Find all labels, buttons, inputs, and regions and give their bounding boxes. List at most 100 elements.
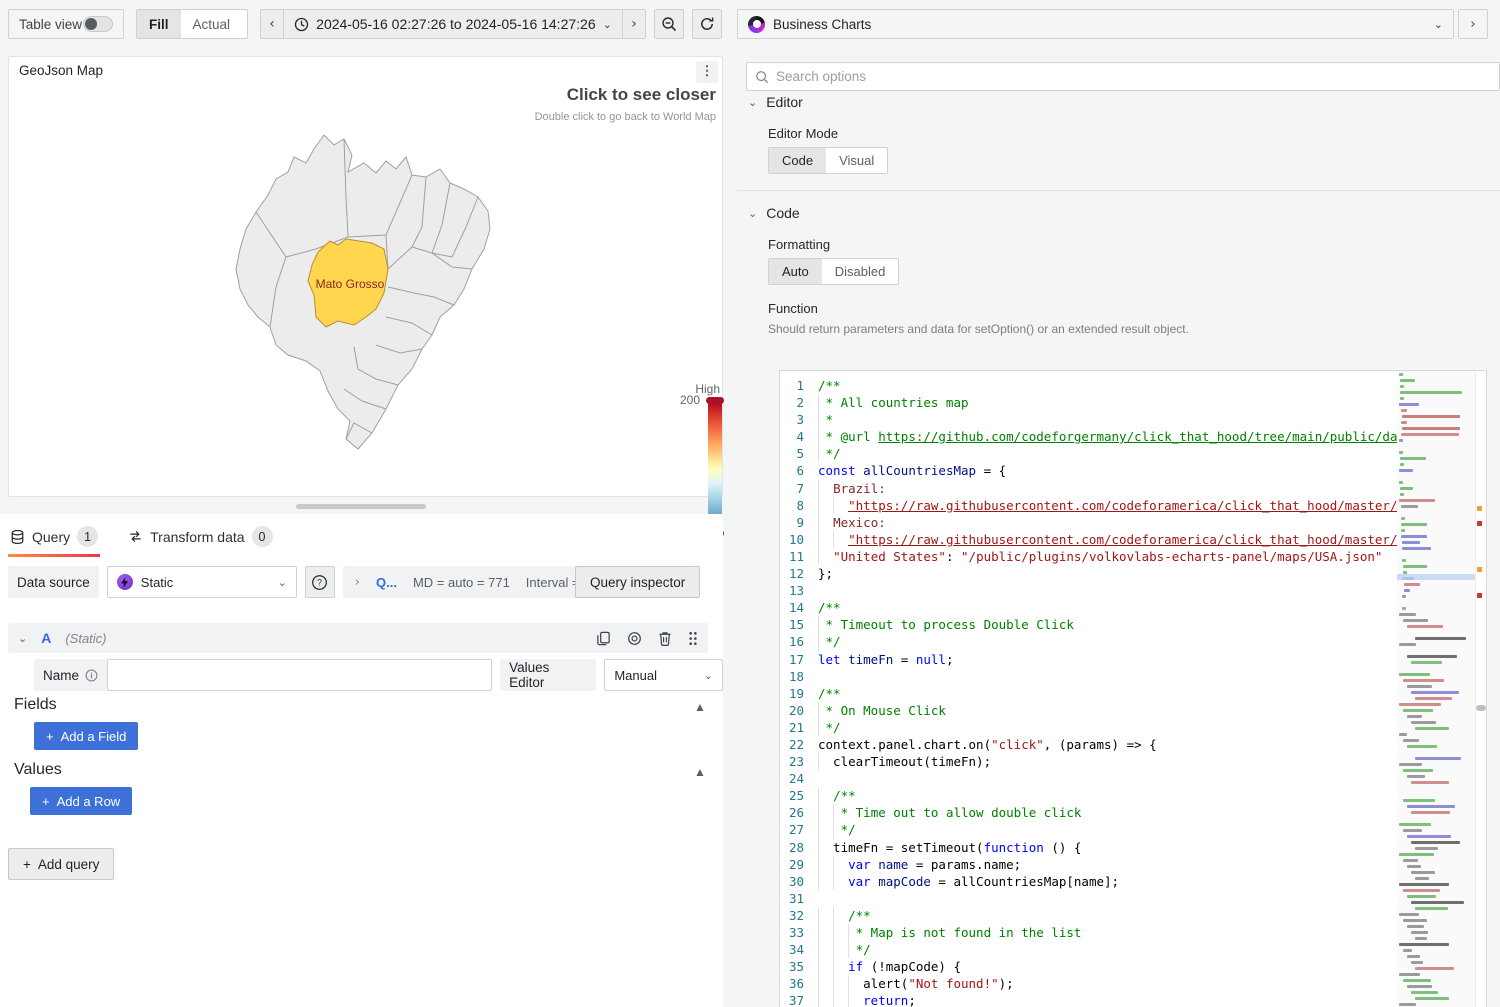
time-forward-button[interactable]: › <box>623 10 645 38</box>
code-line[interactable]: 29 var name = params.name; <box>780 856 1397 873</box>
code-line[interactable]: 23 clearTimeout(timeFn); <box>780 753 1397 770</box>
editor-scrollbar-thumb[interactable] <box>1476 705 1486 711</box>
add-query-button[interactable]: + Add query <box>8 848 114 880</box>
code-line[interactable]: 27 */ <box>780 821 1397 838</box>
panel-menu-button[interactable]: ⋮ <box>696 61 718 83</box>
formatting-disabled[interactable]: Disabled <box>822 259 899 284</box>
options-search-input[interactable] <box>776 69 1491 84</box>
collapse-options-button[interactable]: › <box>1458 9 1488 39</box>
pane-resize-handle[interactable] <box>296 504 426 509</box>
function-description: Should return parameters and data for se… <box>768 322 1500 336</box>
line-number: 4 <box>780 428 818 445</box>
values-collapse-icon[interactable]: ▲ <box>694 765 706 779</box>
code-line[interactable]: 7 Brazil: <box>780 480 1397 497</box>
query-inspector-button[interactable]: Query inspector <box>575 566 700 598</box>
code-line[interactable]: 21 */ <box>780 719 1397 736</box>
data-pane-tabs: Query 1 Transform data 0 <box>8 520 275 557</box>
line-number: 24 <box>780 770 818 787</box>
time-range-button[interactable]: 2024-05-16 02:27:26 to 2024-05-16 14:27:… <box>283 10 623 38</box>
code-line[interactable]: 16 */ <box>780 633 1397 650</box>
code-line[interactable]: 30 var mapCode = allCountriesMap[name]; <box>780 873 1397 890</box>
drag-query-grip-icon[interactable] <box>688 631 698 646</box>
editor-minimap[interactable] <box>1397 371 1475 1007</box>
code-line[interactable]: 24 <box>780 770 1397 787</box>
line-number: 8 <box>780 497 818 514</box>
svg-text:?: ? <box>317 577 322 587</box>
chevron-down-icon: ⌄ <box>748 97 757 109</box>
datasource-help-button[interactable]: ? <box>305 566 335 598</box>
code-line[interactable]: 9 Mexico: <box>780 514 1397 531</box>
code-line[interactable]: 5 */ <box>780 445 1397 462</box>
code-line[interactable]: 11 "United States": "/public/plugins/vol… <box>780 548 1397 565</box>
values-editor-select[interactable]: Manual ⌄ <box>604 659 723 691</box>
code-line[interactable]: 26 * Time out to allow double click <box>780 804 1397 821</box>
code-line[interactable]: 13 <box>780 582 1397 599</box>
visualization-select[interactable]: Business Charts ⌄ <box>737 9 1454 39</box>
formatting-auto[interactable]: Auto <box>769 259 822 284</box>
duplicate-query-icon[interactable] <box>596 631 611 646</box>
visualization-name: Business Charts <box>773 17 1426 32</box>
fields-collapse-icon[interactable]: ▲ <box>694 700 706 714</box>
datasource-picker[interactable]: Static ⌄ <box>107 566 297 598</box>
add-field-button[interactable]: + Add a Field <box>34 722 138 750</box>
code-line[interactable]: 32 /** <box>780 907 1397 924</box>
line-number: 20 <box>780 702 818 719</box>
code-line[interactable]: 34 */ <box>780 941 1397 958</box>
line-number: 17 <box>780 651 818 668</box>
code-section-header[interactable]: ⌄ Code <box>737 199 1500 227</box>
table-view-toggle[interactable] <box>83 16 113 32</box>
query-section: Query 1 Transform data 0 Data source Sta… <box>0 514 723 1007</box>
code-line[interactable]: 14/** <box>780 599 1397 616</box>
code-line[interactable]: 10 "https://raw.githubusercontent.com/co… <box>780 531 1397 548</box>
editor-overview-ruler[interactable] <box>1475 371 1486 1007</box>
magnifier-minus-icon <box>661 16 677 32</box>
line-number: 1 <box>780 377 818 394</box>
code-line[interactable]: 12}; <box>780 565 1397 582</box>
code-line[interactable]: 4 * @url https://github.com/codeforgerma… <box>780 428 1397 445</box>
query-shortcut-link[interactable]: Q... <box>376 575 397 590</box>
expand-stats-icon[interactable]: › <box>355 575 360 590</box>
code-line[interactable]: 3 * <box>780 411 1397 428</box>
hide-response-eye-icon[interactable] <box>627 631 642 646</box>
options-scroll-area[interactable]: ⌄ Editor Editor Mode Code Visual ⌄ Code … <box>737 97 1500 1007</box>
code-line[interactable]: 37 return; <box>780 992 1397 1007</box>
code-line[interactable]: 19/** <box>780 685 1397 702</box>
add-row-button[interactable]: + Add a Row <box>30 787 132 815</box>
brazil-map[interactable]: Mato Grosso <box>226 117 496 467</box>
code-line[interactable]: 18 <box>780 668 1397 685</box>
code-line[interactable]: 28 timeFn = setTimeout(function () { <box>780 839 1397 856</box>
code-line[interactable]: 20 * On Mouse Click <box>780 702 1397 719</box>
code-line[interactable]: 1/** <box>780 377 1397 394</box>
code-line[interactable]: 35 if (!mapCode) { <box>780 958 1397 975</box>
code-line[interactable]: 31 <box>780 890 1397 907</box>
code-editor[interactable]: 1/**2 * All countries map3 *4 * @url htt… <box>779 370 1487 1007</box>
query-row-header[interactable]: ⌄ A (Static) <box>8 623 708 653</box>
editor-mode-visual[interactable]: Visual <box>826 148 887 173</box>
code-line[interactable]: 6const allCountriesMap = { <box>780 462 1397 479</box>
tab-query[interactable]: Query 1 <box>8 520 100 557</box>
chevron-down-icon: ⌄ <box>704 669 713 682</box>
refresh-button[interactable] <box>692 9 722 39</box>
collapse-query-icon[interactable]: ⌄ <box>18 632 27 645</box>
zoom-out-time-button[interactable] <box>654 9 684 39</box>
code-line[interactable]: 33 * Map is not found in the list <box>780 924 1397 941</box>
info-circle-icon <box>85 669 98 682</box>
fill-option[interactable]: Fill <box>137 10 181 38</box>
query-name-input[interactable] <box>107 659 492 691</box>
code-line[interactable]: 22context.panel.chart.on("click", (param… <box>780 736 1397 753</box>
editor-mode-code[interactable]: Code <box>769 148 826 173</box>
editor-section-header[interactable]: ⌄ Editor <box>737 97 1500 116</box>
code-lines[interactable]: 1/**2 * All countries map3 *4 * @url htt… <box>780 377 1397 1007</box>
line-number: 33 <box>780 924 818 941</box>
code-line[interactable]: 2 * All countries map <box>780 394 1397 411</box>
code-line[interactable]: 17let timeFn = null; <box>780 651 1397 668</box>
delete-query-trash-icon[interactable] <box>658 631 672 646</box>
actual-option[interactable]: Actual <box>181 10 243 38</box>
question-circle-icon: ? <box>311 574 328 591</box>
code-line[interactable]: 36 alert("Not found!"); <box>780 975 1397 992</box>
code-line[interactable]: 15 * Timeout to process Double Click <box>780 616 1397 633</box>
code-line[interactable]: 8 "https://raw.githubusercontent.com/cod… <box>780 497 1397 514</box>
code-line[interactable]: 25 /** <box>780 787 1397 804</box>
tab-transform-data[interactable]: Transform data 0 <box>126 520 274 557</box>
time-back-button[interactable]: ‹ <box>261 10 283 38</box>
